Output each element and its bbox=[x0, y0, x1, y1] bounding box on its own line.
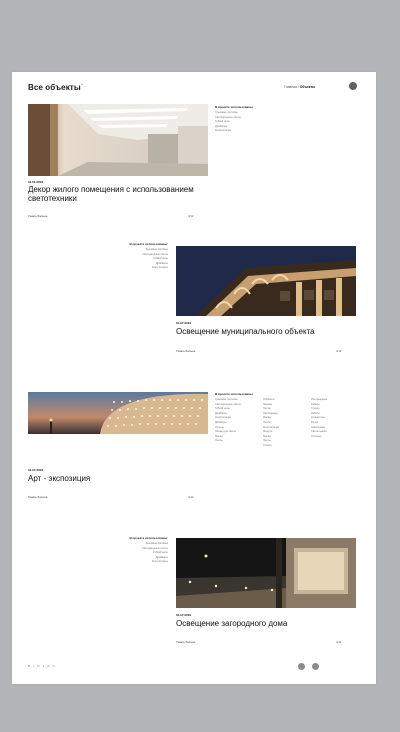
more-link[interactable]: Узнать больше bbox=[176, 349, 195, 353]
project-date: 01.07.2019 bbox=[176, 613, 192, 617]
project-title[interactable]: Арт - экспозиция bbox=[28, 474, 208, 483]
photo-count: 4/12 bbox=[336, 640, 342, 644]
interior-photo-image bbox=[28, 104, 208, 176]
used-title: В проекте использованы: bbox=[129, 242, 168, 246]
photo-count: 4/12 bbox=[336, 349, 342, 353]
footer-circle-button-1[interactable] bbox=[298, 663, 305, 670]
project-title[interactable]: Освещение загородного дома bbox=[176, 619, 366, 628]
used-title: В проекте использованы: bbox=[215, 392, 254, 396]
house-photo-image bbox=[176, 538, 356, 608]
project-date: 01.07.2019 bbox=[28, 468, 44, 472]
project-4-used: В проекте использованы: Трековые системы… bbox=[108, 536, 168, 565]
art-photo-image bbox=[28, 392, 208, 434]
used-title: В проекте использованы: bbox=[129, 536, 168, 540]
used-item[interactable]: Уличные bbox=[311, 435, 351, 440]
footer-circle-button-2[interactable] bbox=[312, 663, 319, 670]
used-title: В проекте использованы: bbox=[215, 105, 254, 109]
title-superscript: ^ bbox=[81, 82, 83, 87]
projects-page: Все объекты ^ Главная / Объекты В проект… bbox=[12, 72, 376, 684]
footer-logo: B I O L A N bbox=[28, 664, 56, 668]
breadcrumb: Главная / Объекты bbox=[284, 85, 315, 89]
project-photo-interior[interactable] bbox=[28, 104, 208, 176]
project-date: 01.07.2019 bbox=[176, 321, 192, 325]
more-link[interactable]: Узнать больше bbox=[28, 214, 47, 218]
building-photo-image bbox=[176, 246, 356, 316]
project-title[interactable]: Освещение муниципального объекта bbox=[176, 327, 366, 336]
breadcrumb-current: Объекты bbox=[299, 85, 316, 89]
project-title[interactable]: Декор жилого помещения с использованием … bbox=[28, 185, 218, 203]
used-item[interactable]: Контроллеры bbox=[108, 266, 168, 271]
project-date: 01.01.2019 bbox=[28, 180, 44, 184]
photo-count: 4/12 bbox=[188, 214, 194, 218]
project-1-used: В проекте использованы: Трековые системы… bbox=[215, 105, 295, 134]
used-item[interactable]: Ленты bbox=[215, 439, 255, 444]
used-item[interactable]: Контроллеры bbox=[108, 560, 168, 565]
project-photo-art[interactable] bbox=[28, 392, 208, 434]
more-link[interactable]: Узнать больше bbox=[28, 495, 47, 499]
menu-button[interactable] bbox=[349, 82, 357, 90]
more-link[interactable]: Узнать больше bbox=[176, 640, 195, 644]
project-2-used: В проекте использованы: Трековые системы… bbox=[108, 242, 168, 271]
page-title: Все объекты bbox=[28, 83, 81, 92]
used-item[interactable]: Стекло bbox=[263, 444, 303, 449]
used-item[interactable]: Контроллеры bbox=[215, 129, 295, 134]
project-photo-house[interactable] bbox=[176, 538, 356, 608]
photo-count: 4/12 bbox=[188, 495, 194, 499]
project-photo-building[interactable] bbox=[176, 246, 356, 316]
project-3-used: В проекте использованы: Трековые системы… bbox=[215, 392, 361, 449]
breadcrumb-home[interactable]: Главная / bbox=[284, 85, 299, 89]
